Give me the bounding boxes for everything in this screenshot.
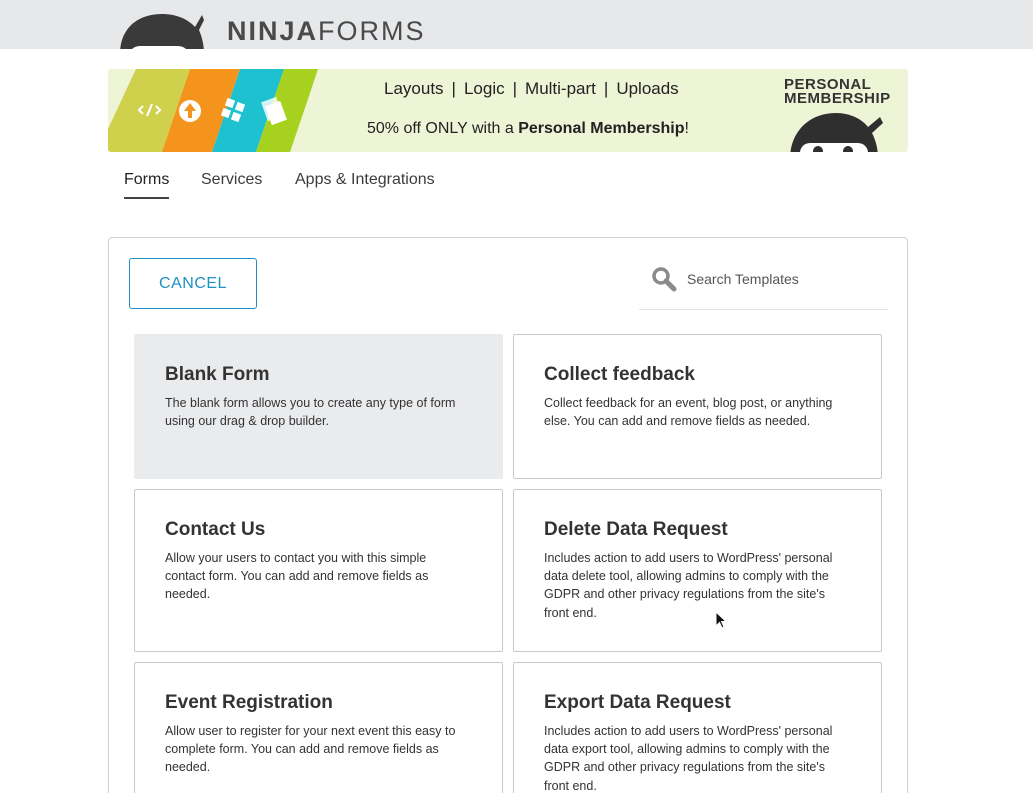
template-description: Allow your users to contact you with thi… [165, 551, 429, 602]
page: NINJAFORMS Layouts | Logic | Multi-part … [0, 0, 1033, 793]
ninja-mascot-icon [790, 113, 883, 152]
banner-features: Layouts | Logic | Multi-part | Uploads [384, 79, 679, 98]
upload-icon [179, 100, 201, 122]
search-input[interactable] [687, 266, 882, 292]
templates-panel: CANCEL Blank Form The blank form allows … [108, 237, 908, 793]
template-card-blank-form[interactable]: Blank Form The blank form allows you to … [134, 334, 503, 479]
template-title: Export Data Request [544, 692, 731, 713]
ninja-forms-wordmark: NINJAFORMS [227, 16, 426, 46]
search-box [639, 260, 888, 310]
template-description: The blank form allows you to create any … [165, 396, 456, 429]
template-card-export-data-request[interactable]: Export Data Request Includes action to a… [513, 662, 882, 793]
template-title: Delete Data Request [544, 519, 728, 540]
cancel-button[interactable]: CANCEL [129, 258, 257, 309]
tab-services[interactable]: Services [201, 171, 262, 197]
template-description: Includes action to add users to WordPres… [544, 551, 833, 620]
mouse-cursor-icon [715, 611, 727, 629]
template-title: Event Registration [165, 692, 333, 713]
template-description: Allow user to register for your next eve… [165, 724, 456, 775]
promo-banner[interactable]: Layouts | Logic | Multi-part | Uploads 50% off… [108, 69, 908, 152]
template-title: Collect feedback [544, 364, 695, 385]
template-description: Includes action to add users to WordPres… [544, 724, 833, 793]
header-bar: NINJAFORMS [0, 0, 1033, 49]
template-card-delete-data-request[interactable]: Delete Data Request Includes action to a… [513, 489, 882, 652]
template-description: Collect feedback for an event, blog post… [544, 396, 833, 429]
template-card-collect-feedback[interactable]: Collect feedback Collect feedback for an… [513, 334, 882, 479]
ninja-logo-icon [120, 14, 204, 49]
tab-forms[interactable]: Forms [124, 171, 170, 199]
personal-membership-badge: PERSONAL MEMBERSHIP [784, 76, 891, 107]
feature-stripes [108, 69, 318, 152]
search-icon [652, 267, 677, 292]
template-title: Contact Us [165, 519, 266, 540]
template-card-event-registration[interactable]: Event Registration Allow user to registe… [134, 662, 503, 793]
template-title: Blank Form [165, 364, 270, 385]
template-card-contact-us[interactable]: Contact Us Allow your users to contact y… [134, 489, 503, 652]
tab-apps-integrations[interactable]: Apps & Integrations [295, 171, 435, 197]
banner-promo-text: 50% off ONLY with a Personal Membership! [367, 120, 689, 137]
